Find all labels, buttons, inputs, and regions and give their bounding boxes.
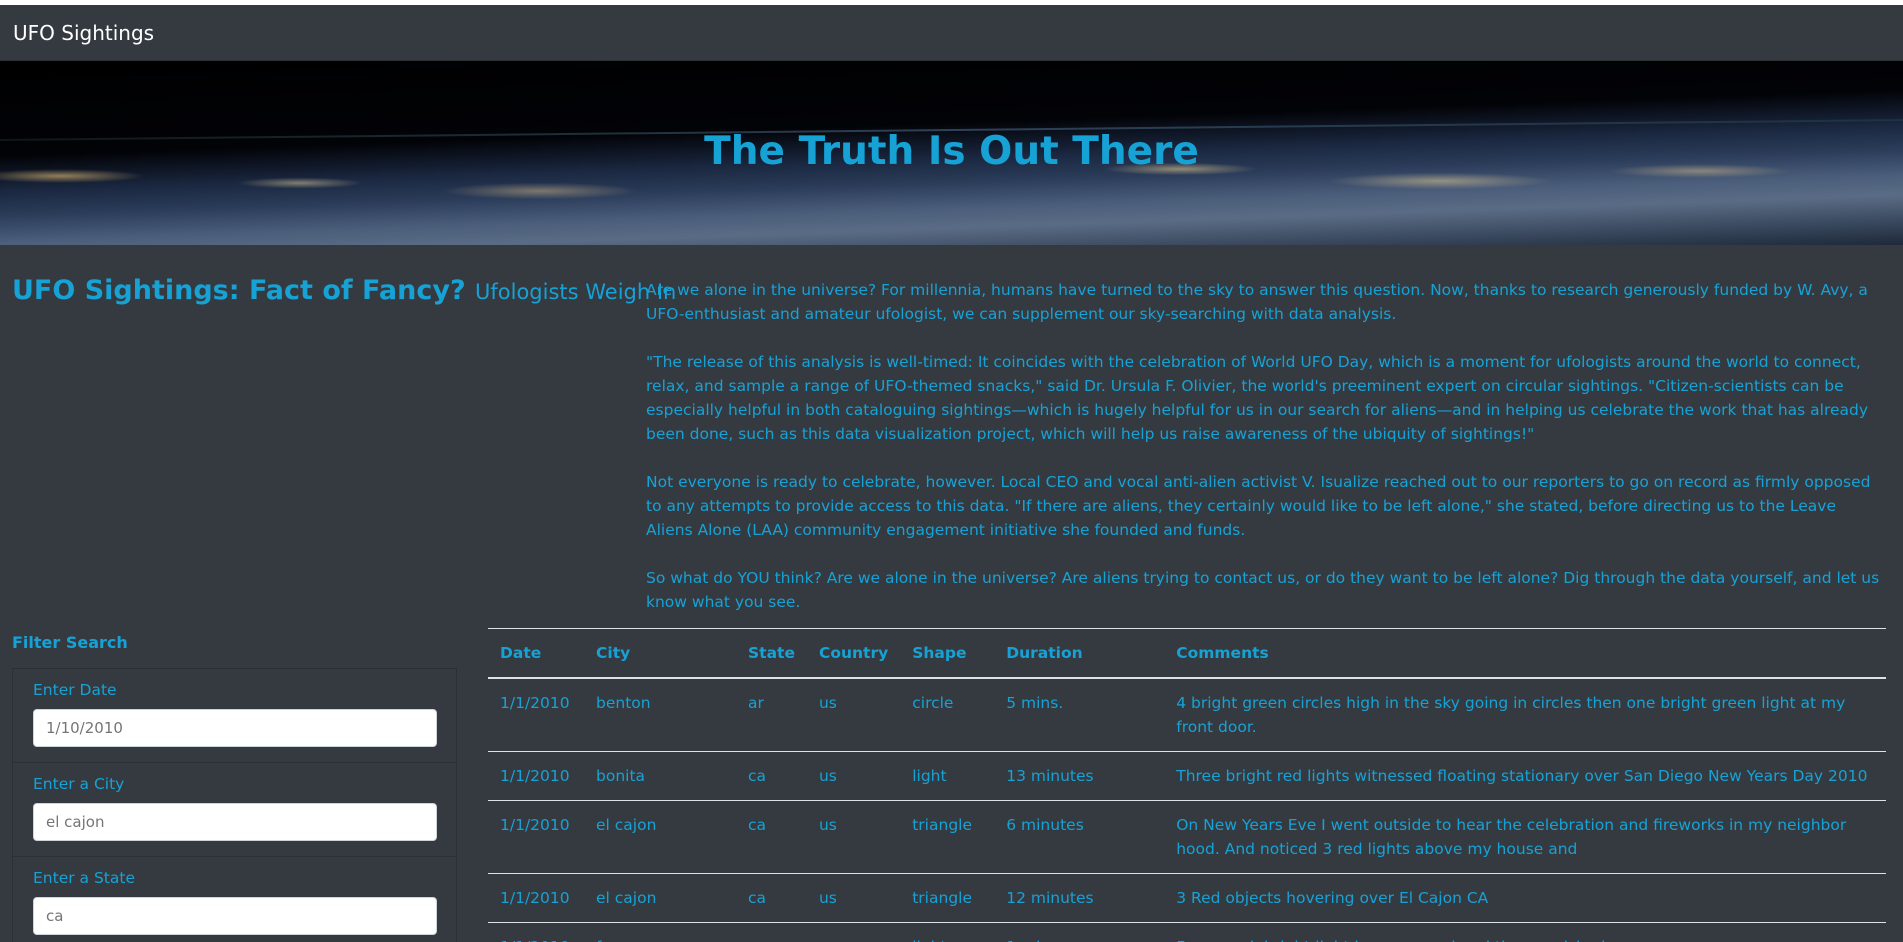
date-filter-input[interactable] xyxy=(33,709,437,747)
table-row[interactable]: 1/1/2010 bonita ca us light 13 minutes T… xyxy=(488,751,1886,801)
cell-date: 1/1/2010 xyxy=(488,678,584,752)
header-duration: Duration xyxy=(994,628,1165,679)
city-filter-input[interactable] xyxy=(33,803,437,841)
cell-shape: triangle xyxy=(900,800,995,874)
cell-duration: 5 mins. xyxy=(994,678,1165,752)
cell-shape: light xyxy=(900,922,995,942)
article-paragraph: Are we alone in the universe? For millen… xyxy=(646,281,1868,323)
article-paragraph: So what do YOU think? Are we alone in th… xyxy=(646,569,1880,611)
table-header: Date City State Country Shape Duration C… xyxy=(488,628,1886,679)
filter-item-date: Enter Date xyxy=(12,668,457,763)
cell-shape: circle xyxy=(900,678,995,752)
cell-city: fresno xyxy=(584,922,736,942)
cell-shape: triangle xyxy=(900,873,995,923)
filter-search-title: Filter Search xyxy=(12,633,128,652)
cell-country: us xyxy=(806,751,901,801)
header-shape: Shape xyxy=(900,628,995,679)
table-row[interactable]: 1/1/2010 benton ar us circle 5 mins. 4 b… xyxy=(488,678,1886,752)
header-date: Date xyxy=(488,628,584,679)
cell-country: us xyxy=(806,800,901,874)
cell-city: el cajon xyxy=(584,800,736,874)
table-row[interactable]: 1/1/2010 fresno ca us light 1 min Fresno… xyxy=(488,922,1886,942)
headline-title: UFO Sightings: Fact of Fancy? xyxy=(12,275,466,306)
cell-date: 1/1/2010 xyxy=(488,873,584,923)
header-city: City xyxy=(584,628,736,679)
header-comments: Comments xyxy=(1164,628,1886,679)
cell-comments: Three bright red lights witnessed floati… xyxy=(1164,751,1886,801)
cell-duration: 6 minutes xyxy=(994,800,1165,874)
cell-duration: 12 minutes xyxy=(994,873,1165,923)
cell-city: benton xyxy=(584,678,736,752)
cell-state: ca xyxy=(736,873,807,923)
cell-state: ca xyxy=(736,922,807,942)
table-body: 1/1/2010 benton ar us circle 5 mins. 4 b… xyxy=(488,678,1886,942)
state-filter-label: Enter a State xyxy=(33,869,135,887)
cell-state: ar xyxy=(736,678,807,752)
cell-state: ca xyxy=(736,751,807,801)
hero-title: The Truth Is Out There xyxy=(704,129,1199,174)
article-headline: UFO Sightings: Fact of Fancy? Ufologists… xyxy=(12,275,676,306)
state-filter-input[interactable] xyxy=(33,897,437,935)
cell-city: el cajon xyxy=(584,873,736,923)
cell-country: us xyxy=(806,873,901,923)
cell-duration: 1 min xyxy=(994,922,1165,942)
cell-comments: Fresno cal. bright light hovers over hea… xyxy=(1164,922,1886,942)
header-country: Country xyxy=(806,628,901,679)
article-paragraph: Not everyone is ready to celebrate, howe… xyxy=(646,473,1871,539)
cell-comments: 3 Red objects hovering over El Cajon CA xyxy=(1164,873,1886,923)
cell-date: 1/1/2010 xyxy=(488,751,584,801)
cell-country: us xyxy=(806,678,901,752)
table-row[interactable]: 1/1/2010 el cajon ca us triangle 6 minut… xyxy=(488,800,1886,874)
article-paragraph: "The release of this analysis is well-ti… xyxy=(646,353,1869,443)
main-content: UFO Sightings: Fact of Fancy? Ufologists… xyxy=(0,245,1903,942)
filter-list: Enter Date Enter a City Enter a State xyxy=(12,668,457,942)
filter-item-state: Enter a State xyxy=(12,856,457,942)
cell-date: 1/1/2010 xyxy=(488,800,584,874)
filter-item-city: Enter a City xyxy=(12,762,457,857)
cell-shape: light xyxy=(900,751,995,801)
table-row[interactable]: 1/1/2010 el cajon ca us triangle 12 minu… xyxy=(488,873,1886,923)
cell-country: us xyxy=(806,922,901,942)
table-header-row: Date City State Country Shape Duration C… xyxy=(488,628,1886,679)
cell-date: 1/1/2010 xyxy=(488,922,584,942)
navbar-brand[interactable]: UFO Sightings xyxy=(13,21,154,45)
city-filter-label: Enter a City xyxy=(33,775,125,793)
cell-state: ca xyxy=(736,800,807,874)
header-state: State xyxy=(736,628,807,679)
sightings-table: Date City State Country Shape Duration C… xyxy=(488,628,1886,942)
cell-comments: 4 bright green circles high in the sky g… xyxy=(1164,678,1886,752)
date-filter-label: Enter Date xyxy=(33,681,117,699)
cell-duration: 13 minutes xyxy=(994,751,1165,801)
article-body: Are we alone in the universe? For millen… xyxy=(646,278,1886,638)
hero-banner: The Truth Is Out There xyxy=(0,61,1903,245)
sightings-table-container: Date City State Country Shape Duration C… xyxy=(488,628,1886,942)
navbar: UFO Sightings xyxy=(0,5,1903,61)
cell-comments: On New Years Eve I went outside to hear … xyxy=(1164,800,1886,874)
cell-city: bonita xyxy=(584,751,736,801)
